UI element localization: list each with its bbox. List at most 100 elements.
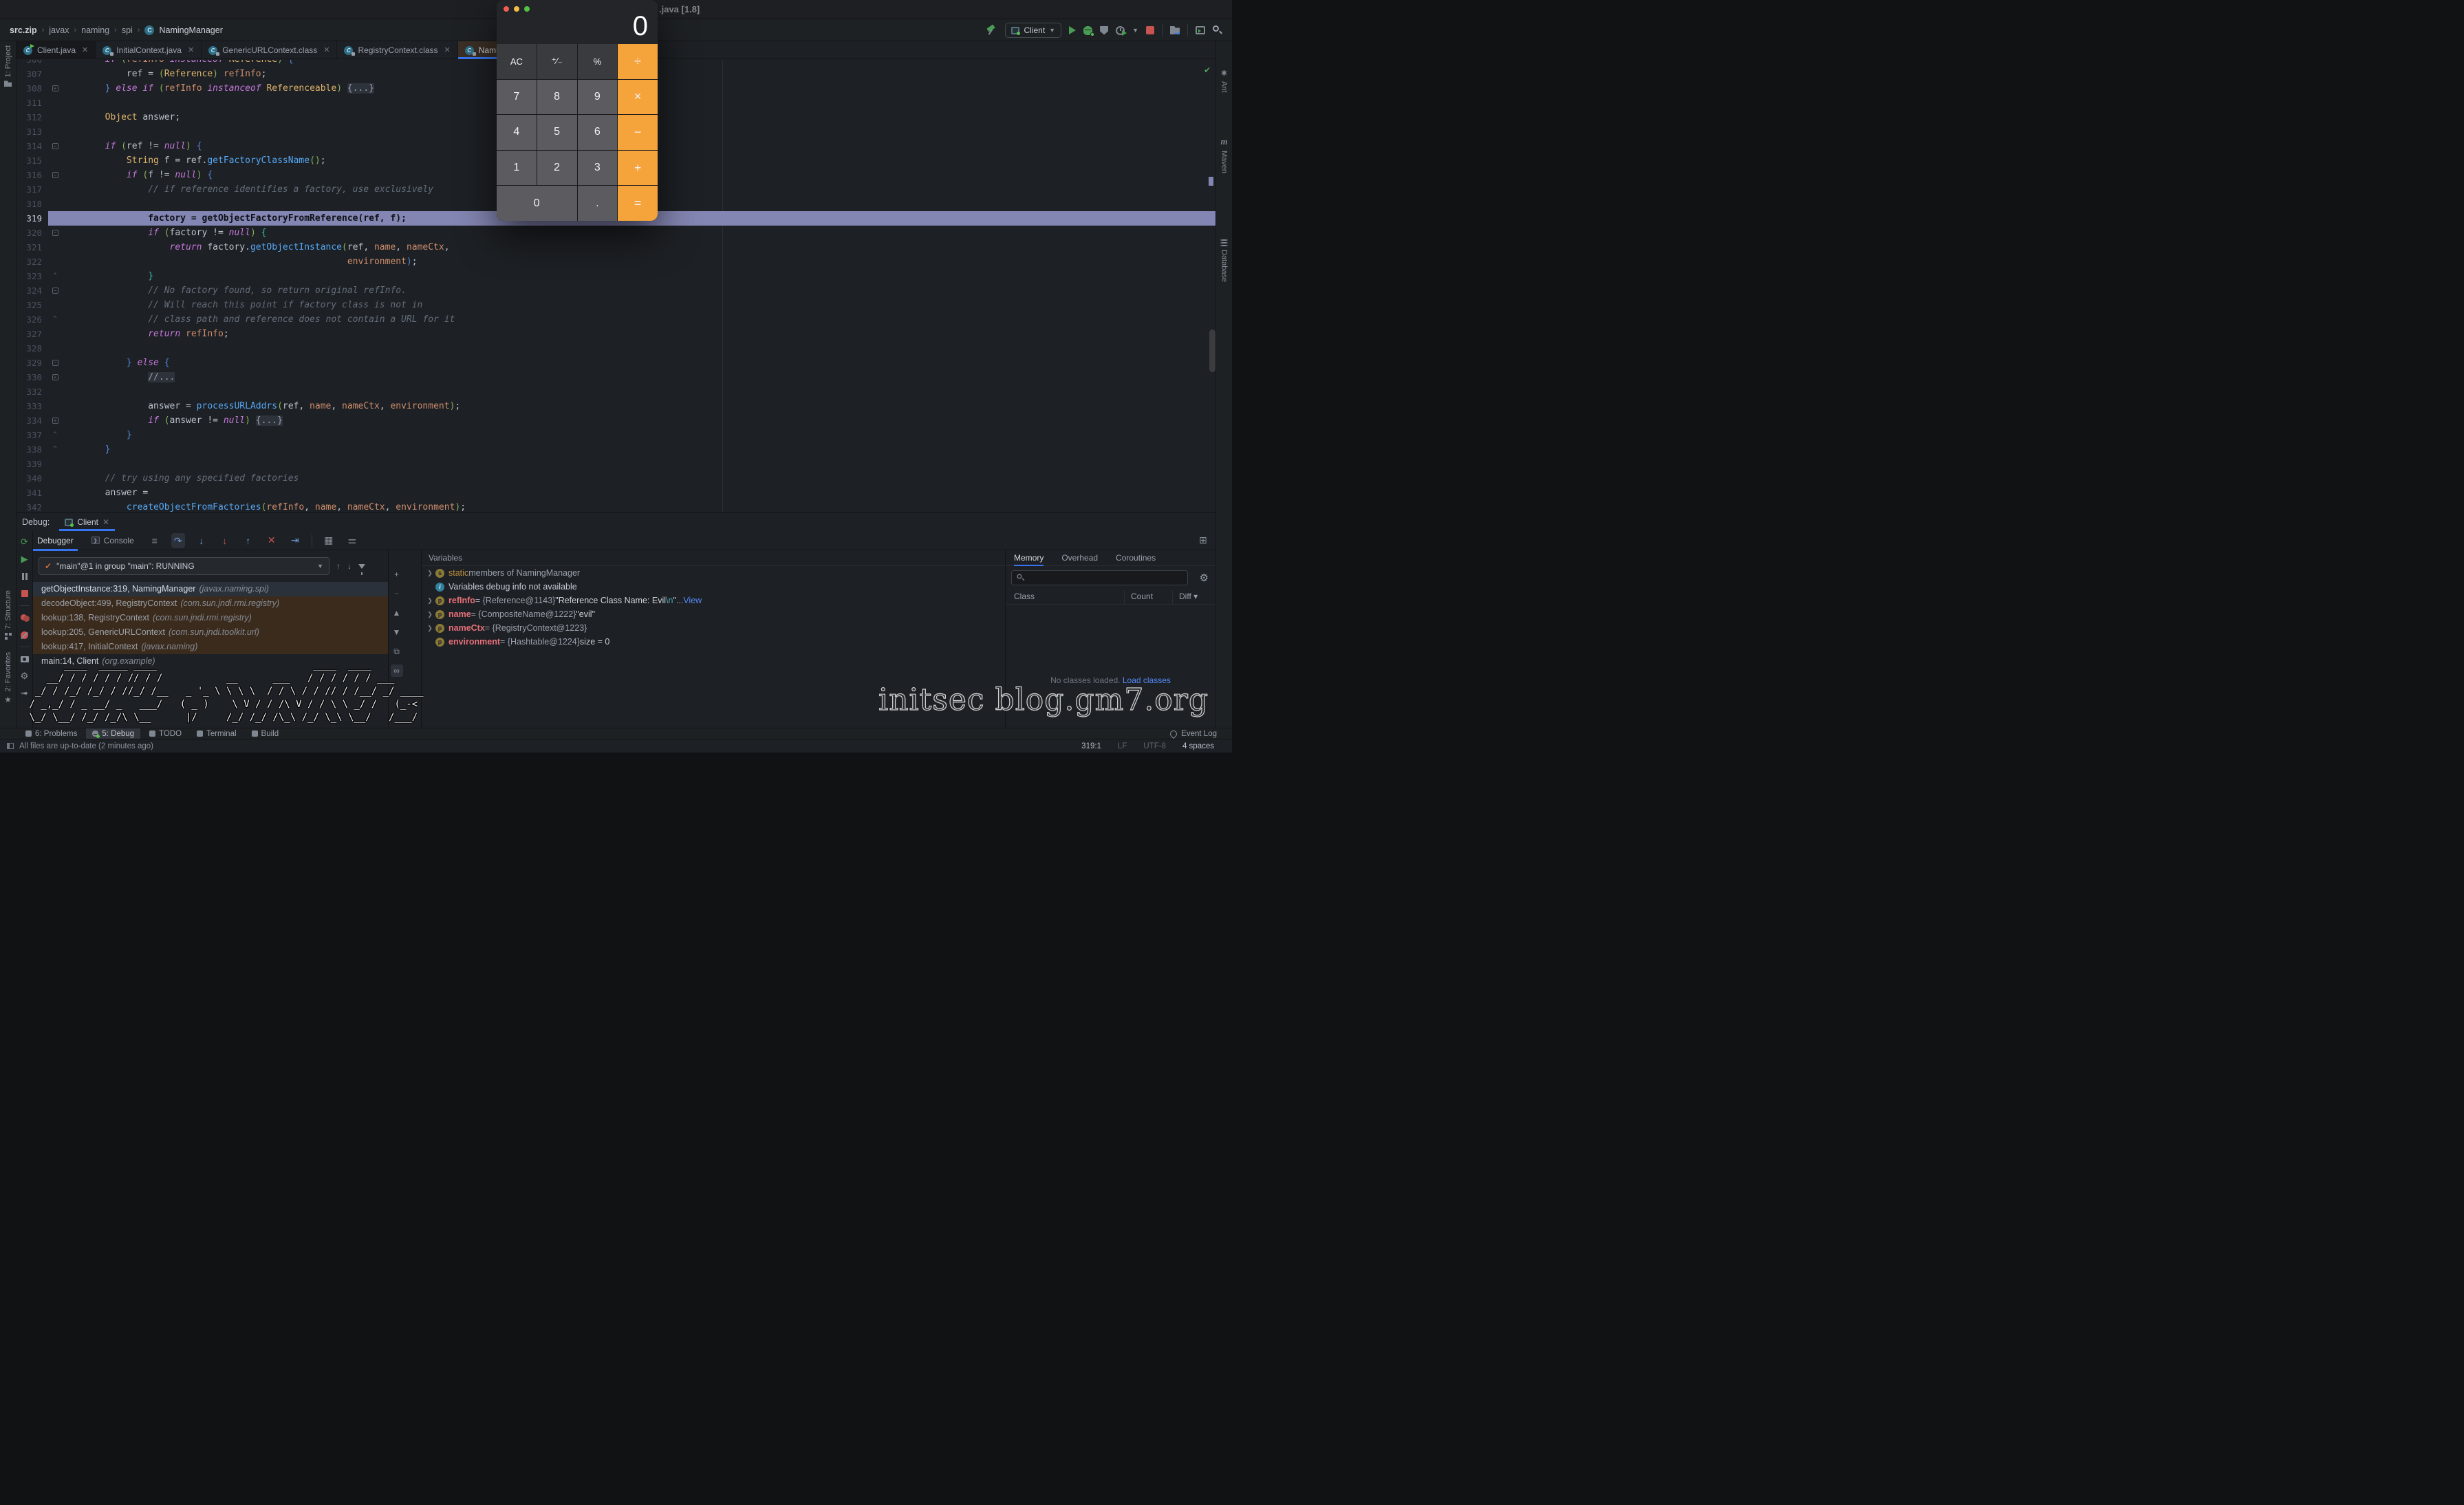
minimize-traffic-light[interactable]	[514, 6, 519, 12]
gear-icon[interactable]: ⚙	[1200, 572, 1209, 584]
negate-button[interactable]: ⁺⁄₋	[537, 44, 577, 79]
digit-0-button[interactable]: 0	[497, 186, 577, 221]
toolwindow-toggle-icon[interactable]	[7, 743, 14, 749]
frame-down-icon[interactable]: ↓	[347, 561, 352, 571]
editor-tab[interactable]: CInitialContext.java✕	[96, 41, 202, 58]
line-number[interactable]: 317	[17, 182, 48, 197]
code-line[interactable]: 320− if (factory != null) {	[17, 226, 1215, 240]
tab-overhead[interactable]: Overhead	[1061, 550, 1098, 566]
run-to-cursor-icon[interactable]: ⇥	[288, 534, 302, 546]
add-button[interactable]: +	[618, 151, 658, 186]
line-number[interactable]: 314	[17, 139, 48, 153]
tab-debugger[interactable]: Debugger	[33, 531, 78, 550]
breadcrumb-item[interactable]: javax	[49, 25, 69, 35]
line-number[interactable]: 321	[17, 240, 48, 255]
breadcrumb-item[interactable]: spi	[122, 25, 133, 35]
line-number[interactable]: 316	[17, 168, 48, 182]
stack-frame[interactable]: lookup:138, RegistryContext(com.sun.jndi…	[33, 611, 388, 625]
line-number[interactable]: 308	[17, 81, 48, 96]
tab-memory[interactable]: Memory	[1014, 550, 1044, 566]
fold-marker[interactable]: ^	[48, 269, 62, 283]
code-line[interactable]: 326^ // class path and reference does no…	[17, 312, 1215, 327]
view-link[interactable]: View	[683, 596, 702, 605]
code-line[interactable]: 340 // try using any specified factories	[17, 471, 1215, 486]
digit-5-button[interactable]: 5	[537, 115, 577, 150]
sidebar-item-database[interactable]: Database	[1216, 239, 1232, 282]
run-button[interactable]	[1069, 26, 1076, 34]
line-number[interactable]: 326	[17, 312, 48, 327]
expand-arrow-icon[interactable]: ❯	[424, 597, 435, 605]
step-over-icon[interactable]: ↷	[171, 533, 185, 548]
toolwindow-button-todo[interactable]: TODO	[143, 728, 188, 739]
code-line[interactable]: 332	[17, 385, 1215, 399]
digit-2-button[interactable]: 2	[537, 151, 577, 186]
fold-marker[interactable]: ^	[48, 442, 62, 457]
variable-row[interactable]: ❯pnameCtx = {RegistryContext@1223}	[422, 621, 1005, 635]
evaluate-expression-icon[interactable]: ▦	[322, 534, 336, 546]
breadcrumb-item[interactable]: src.zip	[10, 25, 37, 35]
decimal-button[interactable]: .	[578, 186, 618, 221]
line-number[interactable]: 334	[17, 413, 48, 428]
toolwindow-button-build[interactable]: Build	[246, 728, 285, 739]
editor-tab[interactable]: CClient.java✕	[17, 41, 96, 58]
code-line[interactable]: 325 // Will reach this point if factory …	[17, 298, 1215, 312]
column-count[interactable]: Count	[1131, 592, 1153, 601]
digit-1-button[interactable]: 1	[497, 151, 537, 186]
fold-marker[interactable]: −	[48, 356, 62, 370]
line-number[interactable]: 328	[17, 341, 48, 356]
stack-frame[interactable]: lookup:205, GenericURLContext(com.sun.jn…	[33, 625, 388, 640]
variable-row[interactable]: ❯pname = {CompositeName@1222} "evil"	[422, 607, 1005, 621]
scroll-up-icon[interactable]: ▲	[391, 607, 403, 619]
editor-scrollbar[interactable]	[1209, 329, 1215, 372]
close-icon[interactable]: ✕	[102, 517, 109, 527]
toolwindow-button-debug[interactable]: 5: Debug	[86, 728, 140, 739]
fold-marker[interactable]: ^	[48, 312, 62, 327]
close-icon[interactable]: ✕	[444, 45, 451, 54]
digit-4-button[interactable]: 4	[497, 115, 537, 150]
profiler-button[interactable]	[1116, 26, 1125, 35]
line-number[interactable]: 330	[17, 370, 48, 385]
clear-button[interactable]: AC	[497, 44, 537, 79]
fold-marker[interactable]: −	[48, 226, 62, 240]
line-number[interactable]: 319	[17, 211, 48, 226]
line-number[interactable]: 315	[17, 153, 48, 168]
line-number[interactable]: 340	[17, 471, 48, 486]
line-number[interactable]: 313	[17, 124, 48, 139]
line-number[interactable]: 306	[17, 60, 48, 67]
line-number[interactable]: 332	[17, 385, 48, 399]
step-into-icon[interactable]: ↓	[195, 535, 208, 546]
line-number[interactable]: 307	[17, 67, 48, 81]
code-line[interactable]: 323^ }	[17, 269, 1215, 283]
code-line[interactable]: 322 environment);	[17, 255, 1215, 269]
settings-sliders-icon[interactable]: ⚌	[345, 534, 359, 546]
build-hammer-icon[interactable]	[986, 25, 997, 35]
sidebar-item-favorites[interactable]: 2: Favorites ★	[0, 652, 16, 704]
digit-8-button[interactable]: 8	[537, 80, 577, 115]
coverage-button[interactable]	[1100, 26, 1108, 35]
code-line[interactable]: 339	[17, 457, 1215, 471]
line-number[interactable]: 339	[17, 457, 48, 471]
tab-console[interactable]: ❯Console	[87, 531, 138, 550]
multiply-button[interactable]: ×	[618, 80, 658, 115]
add-icon[interactable]: +	[391, 568, 403, 581]
memory-search-field[interactable]	[1011, 570, 1188, 585]
digit-9-button[interactable]: 9	[578, 80, 618, 115]
breadcrumb-class[interactable]: NamingManager	[159, 25, 222, 35]
scroll-down-icon[interactable]: ▼	[391, 626, 403, 638]
line-number[interactable]: 311	[17, 96, 48, 110]
equals-button[interactable]: =	[618, 186, 658, 221]
code-line[interactable]: 327 return refInfo;	[17, 327, 1215, 341]
debug-session-tab[interactable]: Client ✕	[59, 513, 115, 531]
line-number[interactable]: 325	[17, 298, 48, 312]
pause-icon[interactable]	[19, 571, 30, 582]
editor-tab[interactable]: CGenericURLContext.class✕	[202, 41, 337, 58]
fold-marker[interactable]: ^	[48, 428, 62, 442]
variable-row[interactable]: iVariables debug info not available	[422, 580, 1005, 594]
sidebar-item-project[interactable]: 1: Project	[0, 45, 16, 87]
code-line[interactable]: 342 createObjectFromFactories(refInfo, n…	[17, 500, 1215, 512]
debug-button[interactable]	[1083, 26, 1092, 35]
code-line[interactable]: 333 answer = processURLAddrs(ref, name, …	[17, 399, 1215, 413]
divide-button[interactable]: ÷	[618, 44, 658, 79]
remove-icon[interactable]: −	[391, 587, 403, 600]
terminal-icon[interactable]	[1196, 26, 1205, 34]
